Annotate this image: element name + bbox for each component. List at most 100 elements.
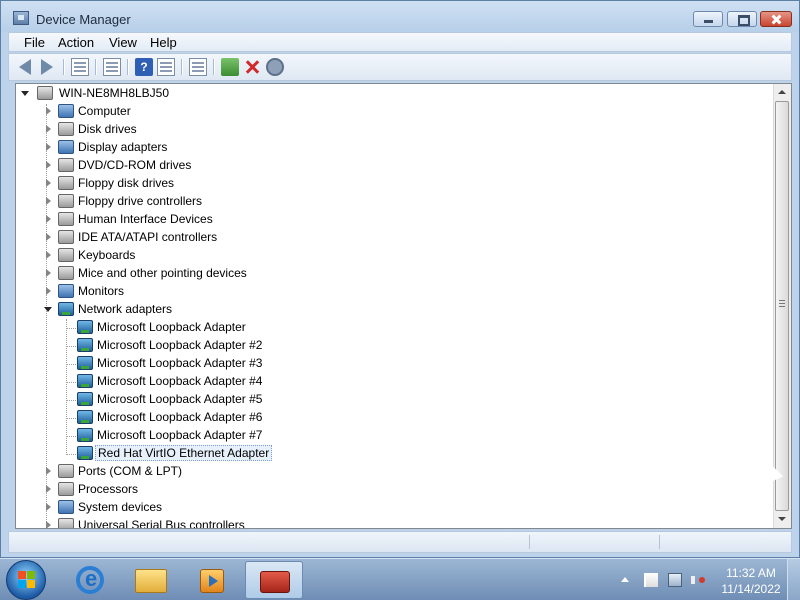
usb-icon [58, 518, 74, 528]
device-manager-icon [13, 11, 29, 25]
tree-item-label: Mice and other pointing devices [78, 266, 247, 280]
volume-muted-icon[interactable] [691, 573, 705, 587]
tree-guide-line [66, 346, 76, 347]
expand-icon[interactable] [46, 485, 51, 493]
tree-item-label: Display adapters [78, 140, 168, 154]
disable-icon[interactable] [266, 58, 284, 76]
menu-action[interactable]: Action [58, 35, 94, 50]
forward-icon[interactable] [41, 59, 53, 75]
toolbar-separator [127, 59, 129, 75]
tree-item-label: Ports (COM & LPT) [78, 464, 183, 478]
file-explorer-button[interactable] [122, 561, 180, 599]
clock-date: 11/14/2022 [721, 582, 781, 596]
expand-icon[interactable] [46, 161, 51, 169]
status-divider [529, 535, 530, 549]
monitor-icon [58, 284, 74, 298]
tree-guide-line [66, 400, 76, 401]
tree-item-label: Microsoft Loopback Adapter #5 [97, 392, 263, 406]
computer-icon [58, 104, 74, 118]
tree-item-label: Microsoft Loopback Adapter #6 [97, 410, 263, 424]
tree-item-label: Human Interface Devices [78, 212, 213, 226]
network-adapter-icon [77, 446, 93, 460]
show-hidden-icons-icon[interactable] [621, 577, 629, 582]
media-player-button[interactable] [183, 561, 241, 599]
tree-item-label-selected: Red Hat VirtIO Ethernet Adapter [95, 445, 273, 461]
expand-icon[interactable] [46, 287, 51, 295]
minimize-button[interactable] [693, 11, 723, 27]
port-icon [58, 464, 74, 478]
update-driver-icon[interactable] [221, 58, 239, 76]
tree-item-label: IDE ATA/ATAPI controllers [78, 230, 218, 244]
expand-icon[interactable] [46, 143, 51, 151]
action-center-flag-icon[interactable] [644, 573, 658, 587]
back-icon[interactable] [19, 59, 31, 75]
expand-icon[interactable] [46, 233, 51, 241]
tree-item-label: Network adapters [78, 302, 173, 316]
network-adapter-icon [58, 302, 74, 316]
expand-icon[interactable] [46, 251, 51, 259]
menu-file[interactable]: File [24, 35, 45, 50]
network-adapter-icon [77, 356, 93, 370]
maximize-button[interactable] [727, 11, 757, 27]
tree-item-label: Universal Serial Bus controllers [78, 518, 245, 529]
collapse-icon[interactable] [44, 307, 52, 312]
title-bar[interactable]: Device Manager [1, 1, 799, 32]
expand-icon[interactable] [46, 521, 51, 528]
tree-guide-line [66, 382, 76, 383]
file-explorer-icon [135, 569, 167, 593]
properties-icon[interactable] [103, 58, 121, 76]
scan-hardware-icon[interactable] [189, 58, 207, 76]
close-button[interactable] [760, 11, 792, 27]
menu-bar: File Action View Help [8, 32, 792, 52]
expand-icon[interactable] [46, 467, 51, 475]
expand-icon[interactable] [46, 503, 51, 511]
tree-guide-line [66, 454, 76, 455]
system-device-icon [58, 500, 74, 514]
hid-icon [58, 212, 74, 226]
network-adapter-icon [77, 428, 93, 442]
toolbar-separator [95, 59, 97, 75]
status-bar [8, 531, 792, 553]
tree-item-label: Microsoft Loopback Adapter [97, 320, 246, 334]
keyboard-icon [58, 248, 74, 262]
tree-guide-line [66, 436, 76, 437]
expand-icon[interactable] [46, 125, 51, 133]
network-adapter-icon [77, 320, 93, 334]
processor-icon [58, 482, 74, 496]
scroll-down-button[interactable] [774, 511, 791, 528]
collapse-icon[interactable] [21, 91, 29, 96]
tree-item-label: Monitors [78, 284, 125, 298]
tree-item-label: Microsoft Loopback Adapter #2 [97, 338, 263, 352]
action-pane-icon[interactable] [157, 58, 175, 76]
menu-help[interactable]: Help [150, 35, 177, 50]
expand-icon[interactable] [46, 107, 51, 115]
tree-item-label: Keyboards [78, 248, 136, 262]
help-icon[interactable]: ? [135, 58, 153, 76]
show-hide-console-tree-icon[interactable] [71, 58, 89, 76]
tree-item-label: Microsoft Loopback Adapter #4 [97, 374, 263, 388]
expand-icon[interactable] [46, 179, 51, 187]
tree-item-label: Floppy disk drives [78, 176, 175, 190]
scroll-thumb[interactable] [775, 101, 789, 511]
start-button[interactable] [6, 560, 46, 600]
expand-icon[interactable] [46, 269, 51, 277]
tree-guide-line [66, 364, 76, 365]
device-tree[interactable]: WIN-NE8MH8LBJ50 Computer Disk drives Dis… [15, 83, 792, 529]
network-icon[interactable] [668, 573, 682, 587]
scroll-up-button[interactable] [774, 84, 791, 101]
show-desktop-button[interactable] [787, 559, 800, 600]
toolbar-separator [63, 59, 65, 75]
menu-view[interactable]: View [109, 35, 137, 50]
device-manager-taskbar-button[interactable] [245, 561, 303, 599]
internet-explorer-button[interactable] [61, 561, 119, 599]
media-player-icon [200, 569, 224, 593]
uninstall-icon[interactable] [243, 58, 261, 76]
network-adapter-icon [77, 374, 93, 388]
expand-icon[interactable] [46, 215, 51, 223]
expand-icon[interactable] [46, 197, 51, 205]
tree-item-label: Microsoft Loopback Adapter #7 [97, 428, 263, 442]
clock[interactable]: 11:32 AM 11/14/2022 [716, 565, 786, 597]
internet-explorer-icon [76, 566, 104, 594]
tree-guide-line [66, 319, 67, 455]
tree-guide-line [66, 418, 76, 419]
